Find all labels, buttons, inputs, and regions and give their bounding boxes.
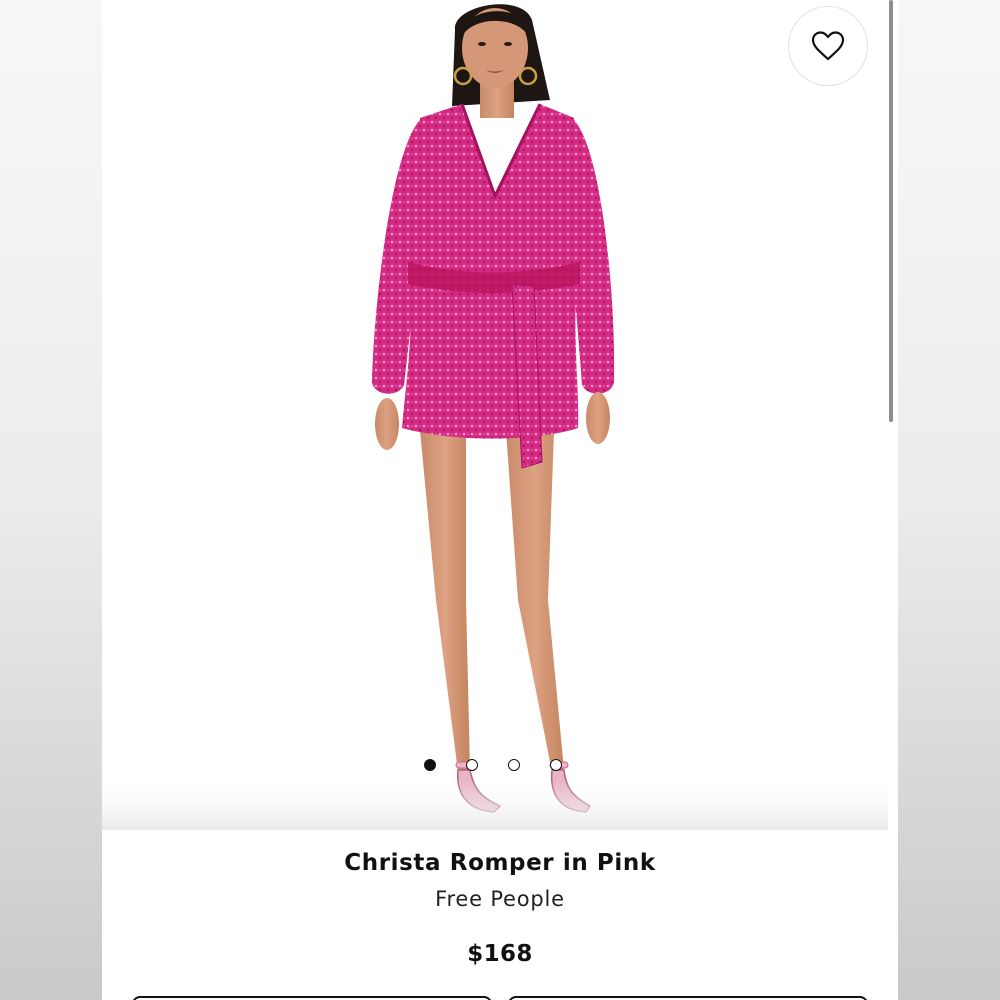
favorite-button[interactable] xyxy=(788,6,868,86)
scrollbar[interactable] xyxy=(888,0,896,1000)
backdrop-right xyxy=(898,0,1000,1000)
gallery-dot-3[interactable] xyxy=(508,759,520,771)
product-title: Christa Romper in Pink xyxy=(344,850,656,876)
product-detail-screen: Christa Romper in Pink Free People $168 xyxy=(102,0,898,1000)
backdrop-left xyxy=(0,0,102,1000)
page: Christa Romper in Pink Free People $168 xyxy=(0,0,1000,1000)
scrollbar-thumb[interactable] xyxy=(889,0,893,422)
product-image[interactable] xyxy=(102,0,888,830)
gallery-dot-2[interactable] xyxy=(466,759,478,771)
gallery-dot-4[interactable] xyxy=(550,759,562,771)
action-button-right[interactable] xyxy=(508,996,868,1000)
heart-outline-icon xyxy=(811,31,845,61)
gallery-dot-1[interactable] xyxy=(424,759,436,771)
product-brand[interactable]: Free People xyxy=(102,887,898,911)
action-button-left[interactable] xyxy=(132,996,492,1000)
gallery-pagination xyxy=(424,757,562,773)
product-price: $168 xyxy=(467,941,533,967)
